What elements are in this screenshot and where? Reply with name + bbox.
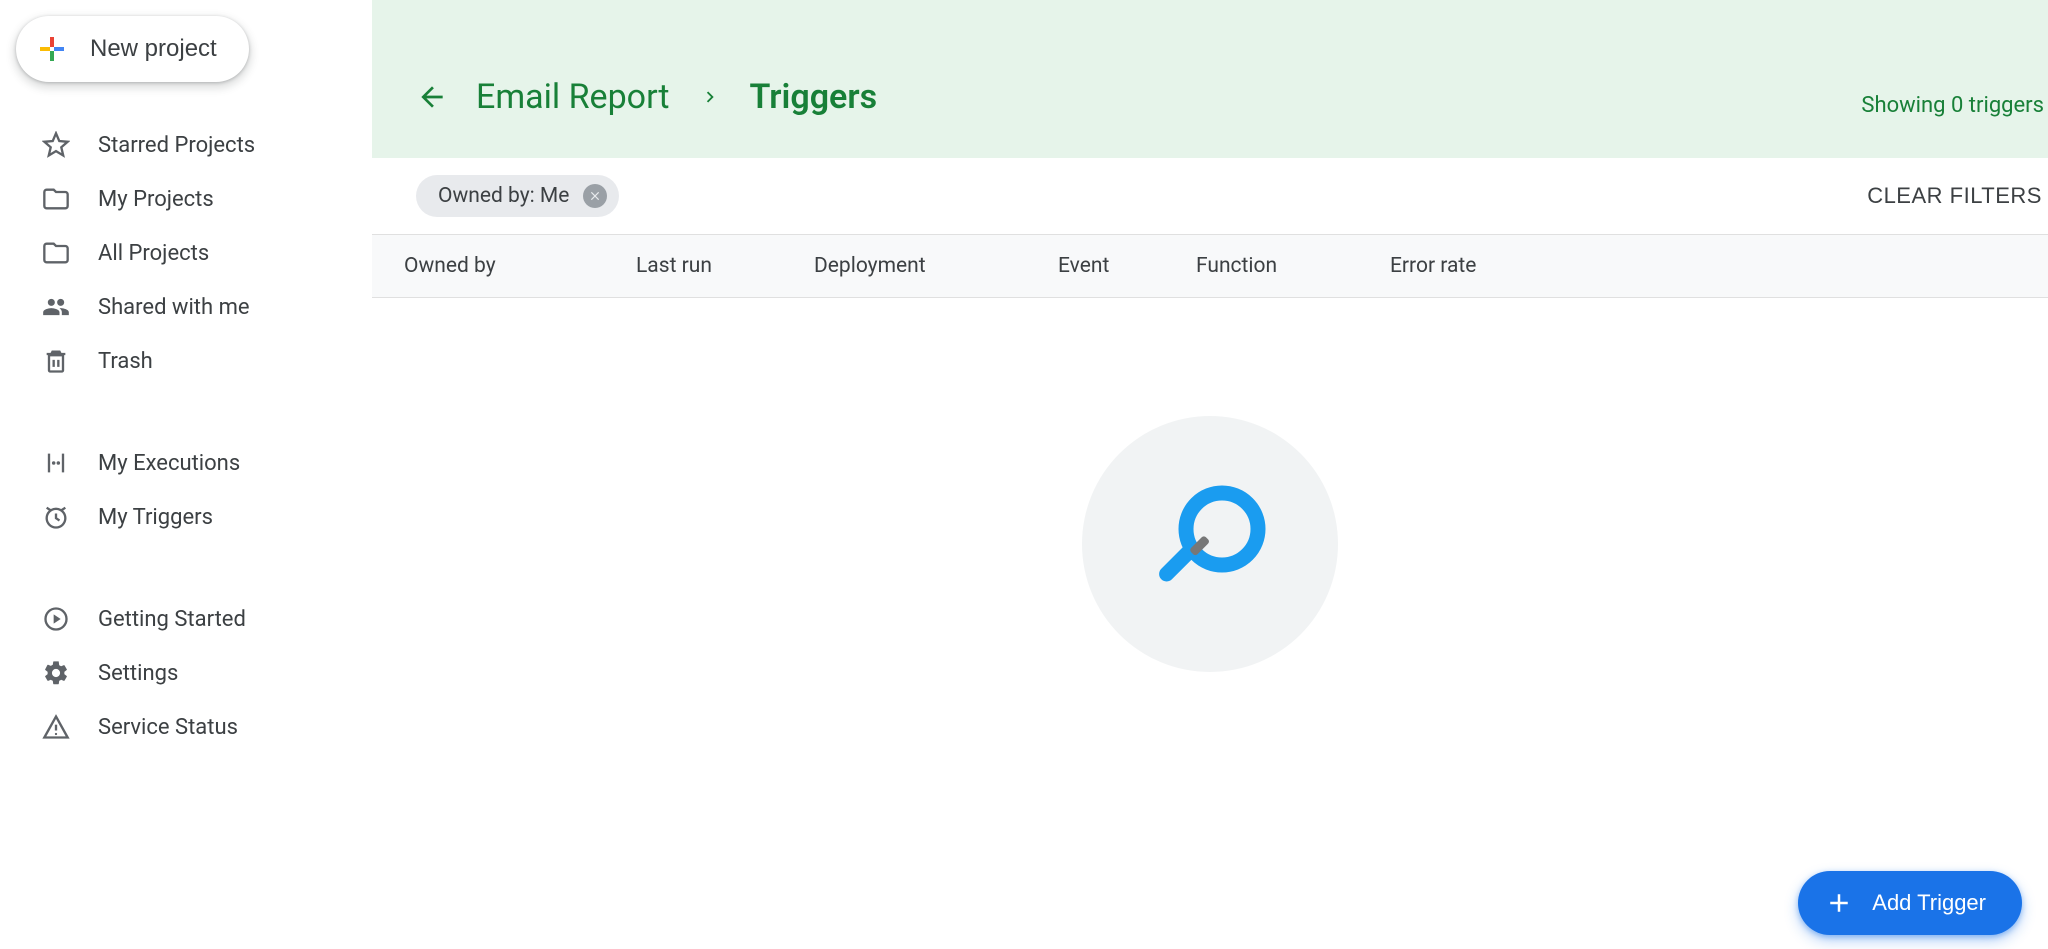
empty-state xyxy=(372,298,2048,672)
sidebar-item-label: All Projects xyxy=(98,241,209,266)
gear-icon xyxy=(42,659,70,687)
sidebar-item-label: Shared with me xyxy=(98,295,250,320)
google-plus-icon xyxy=(34,31,70,67)
alarm-icon xyxy=(42,503,70,531)
filter-bar: Owned by: Me CLEAR FILTERS xyxy=(372,158,2048,234)
sidebar-item-label: Getting Started xyxy=(98,607,246,632)
play-circle-icon xyxy=(42,605,70,633)
new-project-label: New project xyxy=(90,35,217,63)
sidebar-item-label: Service Status xyxy=(98,715,238,740)
sidebar-item-label: Settings xyxy=(98,661,178,686)
magnifier-icon xyxy=(1135,469,1285,619)
sidebar-item-label: My Executions xyxy=(98,451,240,476)
sidebar-item-getting-started[interactable]: Getting Started xyxy=(12,592,372,646)
sidebar-item-trash[interactable]: Trash xyxy=(12,334,372,388)
add-trigger-label: Add Trigger xyxy=(1872,890,1986,916)
sidebar-item-label: Starred Projects xyxy=(98,133,255,158)
filter-chip-owned-by[interactable]: Owned by: Me xyxy=(416,175,619,217)
table-header: Owned by Last run Deployment Event Funct… xyxy=(372,234,2048,298)
column-error-rate[interactable]: Error rate xyxy=(1390,254,2048,278)
column-owned-by[interactable]: Owned by xyxy=(404,254,636,278)
clear-filters-button[interactable]: CLEAR FILTERS xyxy=(1867,183,2042,209)
sidebar-item-label: Trash xyxy=(98,349,153,374)
star-icon xyxy=(42,131,70,159)
main-content: Email Report Triggers Showing 0 triggers… xyxy=(372,0,2048,949)
sidebar: New project Starred Projects My Projects… xyxy=(0,0,372,949)
breadcrumb-current: Triggers xyxy=(750,77,878,117)
sidebar-item-all-projects[interactable]: All Projects xyxy=(12,226,372,280)
column-event[interactable]: Event xyxy=(1058,254,1196,278)
add-trigger-button[interactable]: Add Trigger xyxy=(1798,871,2022,935)
sidebar-item-label: My Triggers xyxy=(98,505,213,530)
breadcrumb-project[interactable]: Email Report xyxy=(476,77,670,117)
folder-icon xyxy=(42,239,70,267)
sidebar-group-projects: Starred Projects My Projects All Project… xyxy=(12,118,372,388)
sidebar-item-service-status[interactable]: Service Status xyxy=(12,700,372,754)
sidebar-item-starred[interactable]: Starred Projects xyxy=(12,118,372,172)
sidebar-item-settings[interactable]: Settings xyxy=(12,646,372,700)
page-header: Email Report Triggers Showing 0 triggers xyxy=(372,0,2048,158)
back-arrow-icon[interactable] xyxy=(414,79,450,115)
chevron-right-icon xyxy=(698,85,722,109)
folder-icon xyxy=(42,185,70,213)
sidebar-item-executions[interactable]: My Executions xyxy=(12,436,372,490)
column-deployment[interactable]: Deployment xyxy=(814,254,1058,278)
remove-chip-icon[interactable] xyxy=(583,184,607,208)
trigger-count-status: Showing 0 triggers xyxy=(1861,93,2044,118)
sidebar-item-shared[interactable]: Shared with me xyxy=(12,280,372,334)
warning-icon xyxy=(42,713,70,741)
people-icon xyxy=(42,293,70,321)
column-function[interactable]: Function xyxy=(1196,254,1390,278)
trash-icon xyxy=(42,347,70,375)
sidebar-group-system: Getting Started Settings Service Status xyxy=(12,592,372,754)
new-project-button[interactable]: New project xyxy=(16,16,249,82)
executions-icon xyxy=(42,449,70,477)
sidebar-item-label: My Projects xyxy=(98,187,214,212)
sidebar-item-triggers[interactable]: My Triggers xyxy=(12,490,372,544)
breadcrumb: Email Report Triggers xyxy=(414,54,877,140)
empty-state-graphic xyxy=(1082,416,1338,672)
filter-chip-label: Owned by: Me xyxy=(438,184,569,208)
sidebar-item-my-projects[interactable]: My Projects xyxy=(12,172,372,226)
sidebar-group-activity: My Executions My Triggers xyxy=(12,436,372,544)
column-last-run[interactable]: Last run xyxy=(636,254,814,278)
plus-icon xyxy=(1824,888,1854,918)
